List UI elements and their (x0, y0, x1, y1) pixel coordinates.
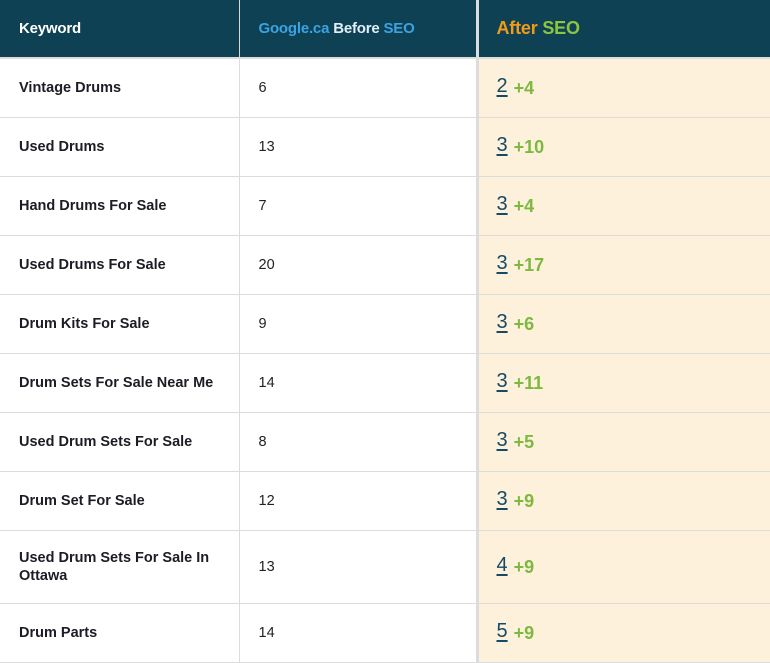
before-rank-cell: 7 (238, 176, 478, 236)
header-before-seo: Google.ca Before SEO (238, 0, 478, 59)
seo-ranking-table: Keyword Google.ca Before SEO After SEO V… (0, 0, 770, 663)
keyword-cell: Drum Sets For Sale Near Me (0, 353, 240, 413)
rank-delta: +6 (513, 313, 535, 334)
table-row: Drum Set For Sale 12 3 +9 (0, 471, 770, 531)
keyword-cell: Used Drums For Sale (0, 235, 240, 295)
rank-delta: +11 (513, 372, 544, 393)
before-rank-cell: 13 (238, 530, 478, 604)
keyword-cell: Drum Set For Sale (0, 471, 240, 531)
rank-delta: +17 (513, 254, 545, 275)
header-before-seo-label: SEO (383, 20, 415, 37)
before-rank-cell: 14 (238, 353, 478, 413)
rank-delta: +9 (513, 556, 535, 577)
after-rank-cell: 3 +6 (475, 294, 770, 354)
after-rank-link[interactable]: 3 (497, 488, 508, 510)
header-keyword: Keyword (0, 0, 240, 59)
after-rank-link[interactable]: 4 (497, 554, 508, 576)
header-after-label: After (496, 18, 538, 38)
after-rank-cell: 3 +5 (475, 412, 770, 472)
after-rank-cell: 3 +10 (475, 117, 770, 177)
table-row: Used Drum Sets For Sale 8 3 +5 (0, 412, 770, 472)
before-rank-cell: 13 (238, 117, 478, 177)
after-rank-link[interactable]: 3 (497, 429, 508, 451)
header-keyword-label: Keyword (19, 20, 81, 37)
keyword-cell: Hand Drums For Sale (0, 176, 240, 236)
keyword-cell: Used Drums (0, 117, 240, 177)
table-row: Hand Drums For Sale 7 3 +4 (0, 176, 770, 236)
after-rank-link[interactable]: 3 (497, 311, 508, 333)
before-rank-cell: 8 (238, 412, 478, 472)
after-rank-cell: 5 +9 (475, 603, 770, 663)
after-rank-cell: 3 +17 (475, 235, 770, 295)
keyword-cell: Used Drum Sets For Sale (0, 412, 240, 472)
after-rank-cell: 3 +9 (475, 471, 770, 531)
after-rank-link[interactable]: 3 (497, 193, 508, 215)
header-before-label: Before (333, 20, 380, 37)
rank-delta: +10 (513, 136, 545, 157)
before-rank-cell: 9 (238, 294, 478, 354)
after-rank-cell: 2 +4 (475, 57, 770, 118)
before-rank-cell: 14 (238, 603, 478, 663)
header-google-label: Google.ca (258, 20, 330, 37)
after-rank-link[interactable]: 3 (497, 134, 508, 156)
table-row: Vintage Drums 6 2 +4 (0, 57, 770, 118)
table-row: Drum Kits For Sale 9 3 +6 (0, 294, 770, 354)
after-rank-cell: 4 +9 (475, 530, 770, 604)
rank-delta: +9 (513, 490, 535, 511)
before-rank-cell: 20 (238, 235, 478, 295)
header-after-seo-label: SEO (542, 18, 580, 38)
header-after-seo: After SEO (475, 0, 770, 59)
after-rank-link[interactable]: 3 (497, 370, 508, 392)
table-row: Drum Sets For Sale Near Me 14 3 +11 (0, 353, 770, 413)
rank-delta: +4 (513, 195, 535, 216)
keyword-cell: Drum Parts (0, 603, 240, 663)
after-rank-cell: 3 +11 (475, 353, 770, 413)
table-row: Drum Parts 14 5 +9 (0, 603, 770, 663)
table-row: Used Drums 13 3 +10 (0, 117, 770, 177)
table-row: Used Drum Sets For Sale In Ottawa 13 4 +9 (0, 530, 770, 604)
after-rank-link[interactable]: 5 (497, 620, 508, 642)
keyword-cell: Vintage Drums (0, 57, 240, 118)
keyword-cell: Used Drum Sets For Sale In Ottawa (0, 530, 240, 604)
keyword-cell: Drum Kits For Sale (0, 294, 240, 354)
before-rank-cell: 6 (238, 57, 478, 118)
after-rank-link[interactable]: 2 (497, 75, 508, 97)
after-rank-cell: 3 +4 (475, 176, 770, 236)
rank-delta: +4 (513, 77, 535, 98)
after-rank-link[interactable]: 3 (497, 252, 508, 274)
rank-delta: +5 (513, 431, 535, 452)
table-header-row: Keyword Google.ca Before SEO After SEO (0, 0, 770, 59)
rank-delta: +9 (513, 622, 535, 643)
table-body: Vintage Drums 6 2 +4 Used Drums 13 3 +10 H… (0, 57, 770, 663)
before-rank-cell: 12 (238, 471, 478, 531)
table-row: Used Drums For Sale 20 3 +17 (0, 235, 770, 295)
